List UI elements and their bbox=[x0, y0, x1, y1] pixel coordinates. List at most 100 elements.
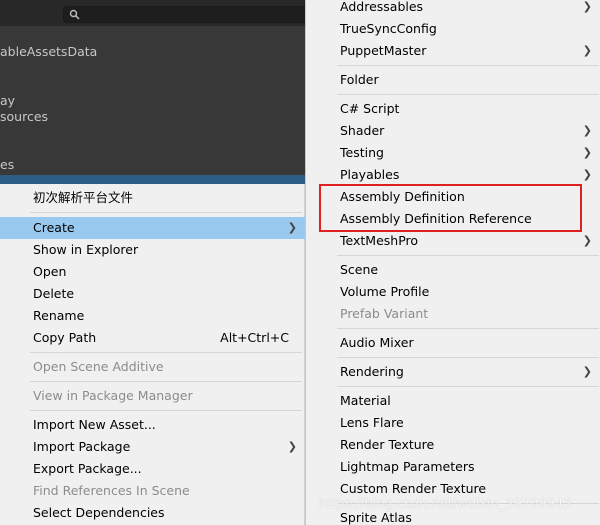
menu-item-label: Show in Explorer bbox=[33, 242, 139, 257]
menu-separator bbox=[30, 381, 302, 382]
menu-item-parse-platform-files[interactable]: 初次解析平台文件 bbox=[0, 187, 305, 209]
menu-separator bbox=[337, 94, 599, 95]
menu-separator bbox=[30, 212, 302, 213]
menu-item-label: Material bbox=[340, 393, 391, 408]
menu-item-select-dependencies[interactable]: Select Dependencies bbox=[0, 502, 305, 524]
menu-item-label: 初次解析平台文件 bbox=[33, 190, 134, 205]
menu-item-label: Custom Render Texture bbox=[340, 481, 487, 496]
menu-item-label: Delete bbox=[33, 286, 75, 301]
menu-item-copy-path[interactable]: Copy Path Alt+Ctrl+C bbox=[0, 327, 305, 349]
menu-item-label: Volume Profile bbox=[340, 284, 430, 299]
submenu-item-scene[interactable]: Scene bbox=[306, 259, 600, 281]
menu-item-create[interactable]: Create ❯ bbox=[0, 217, 305, 239]
menu-separator bbox=[337, 503, 599, 504]
menu-item-label: Open Scene Additive bbox=[33, 359, 164, 374]
menu-item-label: TextMeshPro bbox=[340, 233, 419, 248]
menu-item-label: Audio Mixer bbox=[340, 335, 414, 350]
submenu-item-textmeshpro[interactable]: TextMeshPro ❯ bbox=[306, 230, 600, 252]
menu-item-label: Scene bbox=[340, 262, 379, 277]
search-input[interactable] bbox=[63, 6, 313, 23]
selected-project-item[interactable] bbox=[0, 175, 305, 184]
menu-item-label: Select Dependencies bbox=[33, 505, 165, 520]
submenu-item-lens-flare[interactable]: Lens Flare bbox=[306, 412, 600, 434]
menu-item-label: Import Package bbox=[33, 439, 131, 454]
search-icon bbox=[69, 9, 80, 20]
chevron-right-icon: ❯ bbox=[582, 44, 592, 57]
menu-item-label: Assembly Definition Reference bbox=[340, 211, 532, 226]
submenu-item-shader[interactable]: Shader ❯ bbox=[306, 120, 600, 142]
chevron-right-icon: ❯ bbox=[582, 0, 592, 13]
submenu-item-addressables[interactable]: Addressables ❯ bbox=[306, 0, 600, 18]
menu-item-label: Sprite Atlas bbox=[340, 510, 412, 525]
menu-item-label: Find References In Scene bbox=[33, 483, 190, 498]
menu-item-find-references-in-scene: Find References In Scene bbox=[0, 480, 305, 502]
project-toolbar bbox=[0, 0, 313, 26]
project-panel-background: ableAssetsData ay sources es bbox=[0, 0, 313, 184]
chevron-right-icon: ❯ bbox=[582, 146, 592, 159]
menu-item-label: Render Texture bbox=[340, 437, 435, 452]
submenu-item-material[interactable]: Material bbox=[306, 390, 600, 412]
menu-separator bbox=[337, 328, 599, 329]
menu-item-label: Copy Path bbox=[33, 330, 97, 345]
menu-item-label: Import New Asset... bbox=[33, 417, 156, 432]
menu-item-label: Assembly Definition bbox=[340, 189, 465, 204]
menu-item-show-in-explorer[interactable]: Show in Explorer bbox=[0, 239, 305, 261]
menu-item-shortcut: Alt+Ctrl+C bbox=[220, 330, 289, 345]
submenu-item-csharp-script[interactable]: C# Script bbox=[306, 98, 600, 120]
menu-item-label: View in Package Manager bbox=[33, 388, 193, 403]
submenu-item-playables[interactable]: Playables ❯ bbox=[306, 164, 600, 186]
menu-item-export-package[interactable]: Export Package... bbox=[0, 458, 305, 480]
menu-item-label: Open bbox=[33, 264, 67, 279]
menu-separator bbox=[337, 65, 599, 66]
chevron-right-icon: ❯ bbox=[582, 365, 592, 378]
menu-item-label: Playables bbox=[340, 167, 400, 182]
chevron-right-icon: ❯ bbox=[287, 221, 297, 234]
submenu-item-prefab-variant: Prefab Variant bbox=[306, 303, 600, 325]
menu-item-label: Create bbox=[33, 220, 75, 235]
submenu-item-testing[interactable]: Testing ❯ bbox=[306, 142, 600, 164]
submenu-item-rendering[interactable]: Rendering ❯ bbox=[306, 361, 600, 383]
menu-item-open[interactable]: Open bbox=[0, 261, 305, 283]
submenu-item-volume-profile[interactable]: Volume Profile bbox=[306, 281, 600, 303]
submenu-item-puppetmaster[interactable]: PuppetMaster ❯ bbox=[306, 40, 600, 62]
menu-item-label: Prefab Variant bbox=[340, 306, 429, 321]
submenu-item-custom-render-texture[interactable]: Custom Render Texture bbox=[306, 478, 600, 500]
menu-item-label: Rename bbox=[33, 308, 85, 323]
menu-item-label: Lens Flare bbox=[340, 415, 404, 430]
context-menu: 初次解析平台文件 Create ❯ Show in Explorer Open … bbox=[0, 184, 305, 525]
submenu-item-assembly-definition-reference[interactable]: Assembly Definition Reference bbox=[306, 208, 600, 230]
menu-item-label: Folder bbox=[340, 72, 379, 87]
menu-item-open-scene-additive: Open Scene Additive bbox=[0, 356, 305, 378]
menu-item-rename[interactable]: Rename bbox=[0, 305, 305, 327]
menu-item-label: Shader bbox=[340, 123, 385, 138]
menu-item-label: Rendering bbox=[340, 364, 404, 379]
submenu-item-truesyncconfig[interactable]: TrueSyncConfig bbox=[306, 18, 600, 40]
menu-item-label: Testing bbox=[340, 145, 384, 160]
menu-item-delete[interactable]: Delete bbox=[0, 283, 305, 305]
submenu-item-audio-mixer[interactable]: Audio Mixer bbox=[306, 332, 600, 354]
menu-item-label: TrueSyncConfig bbox=[340, 21, 437, 36]
menu-separator bbox=[337, 386, 599, 387]
submenu-item-sprite-atlas[interactable]: Sprite Atlas bbox=[306, 507, 600, 525]
menu-item-label: C# Script bbox=[340, 101, 400, 116]
create-submenu: Addressables ❯ TrueSyncConfig PuppetMast… bbox=[305, 0, 600, 525]
chevron-right-icon: ❯ bbox=[287, 440, 297, 453]
submenu-item-lightmap-parameters[interactable]: Lightmap Parameters bbox=[306, 456, 600, 478]
menu-item-import-package[interactable]: Import Package ❯ bbox=[0, 436, 305, 458]
menu-separator bbox=[337, 357, 599, 358]
submenu-item-folder[interactable]: Folder bbox=[306, 69, 600, 91]
menu-item-import-new-asset[interactable]: Import New Asset... bbox=[0, 414, 305, 436]
submenu-item-render-texture[interactable]: Render Texture bbox=[306, 434, 600, 456]
menu-item-view-in-package-manager: View in Package Manager bbox=[0, 385, 305, 407]
project-item-label[interactable]: ableAssetsData bbox=[0, 44, 97, 59]
menu-item-label: Lightmap Parameters bbox=[340, 459, 475, 474]
project-item-label[interactable]: ay bbox=[0, 93, 15, 108]
menu-item-label: Export Package... bbox=[33, 461, 142, 476]
menu-item-label: Addressables bbox=[340, 0, 424, 14]
menu-item-label: PuppetMaster bbox=[340, 43, 427, 58]
submenu-item-assembly-definition[interactable]: Assembly Definition bbox=[306, 186, 600, 208]
menu-separator bbox=[30, 410, 302, 411]
project-item-label[interactable]: es bbox=[0, 157, 14, 172]
menu-separator bbox=[337, 255, 599, 256]
project-item-label[interactable]: sources bbox=[0, 109, 48, 124]
